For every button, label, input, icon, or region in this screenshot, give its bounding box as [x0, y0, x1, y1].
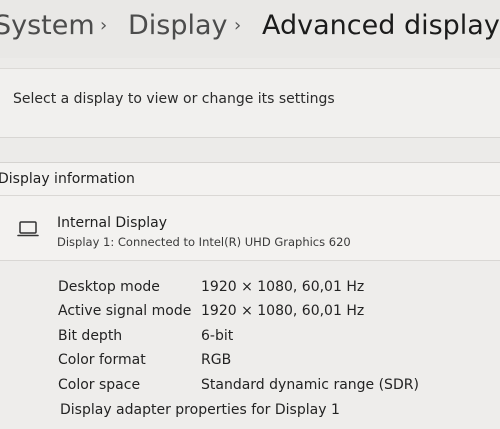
display-adapter-properties-link[interactable]: Display adapter properties for Display 1: [60, 402, 340, 418]
select-display-section[interactable]: Select a display to view or change its s…: [0, 68, 500, 138]
bit-depth-value: 6-bit: [201, 328, 234, 344]
internal-display-row: Internal Display Display 1: Connected to…: [0, 196, 500, 261]
chevron-right-icon: ›: [100, 15, 108, 36]
display-name: Internal Display: [57, 215, 168, 231]
breadcrumb: System › Display › Advanced display: [0, 0, 500, 58]
desktop-mode-label: Desktop mode: [58, 279, 160, 295]
active-signal-mode-label: Active signal mode: [58, 303, 192, 319]
color-space-value: Standard dynamic range (SDR): [201, 377, 419, 393]
breadcrumb-display-link[interactable]: Display: [128, 6, 228, 46]
bit-depth-label: Bit depth: [58, 328, 123, 344]
color-space-label: Color space: [58, 377, 141, 393]
display-information-card: Display information Internal Display Dis…: [0, 162, 500, 429]
color-format-label: Color format: [58, 352, 146, 368]
active-signal-mode-value: 1920 × 1080, 60,01 Hz: [201, 303, 365, 319]
display-information-title: Display information: [0, 171, 135, 187]
desktop-mode-value: 1920 × 1080, 60,01 Hz: [201, 279, 365, 295]
chevron-right-icon: ›: [234, 15, 242, 36]
display-connection: Display 1: Connected to Intel(R) UHD Gra…: [57, 235, 351, 249]
select-display-label: Select a display to view or change its s…: [13, 91, 335, 107]
page-title: Advanced display: [262, 10, 500, 41]
display-properties: Desktop mode 1920 × 1080, 60,01 Hz Activ…: [0, 261, 500, 429]
breadcrumb-system-link[interactable]: System: [0, 6, 95, 46]
laptop-icon: [17, 221, 39, 237]
color-format-value: RGB: [201, 352, 232, 368]
display-information-header: Display information: [0, 163, 500, 196]
